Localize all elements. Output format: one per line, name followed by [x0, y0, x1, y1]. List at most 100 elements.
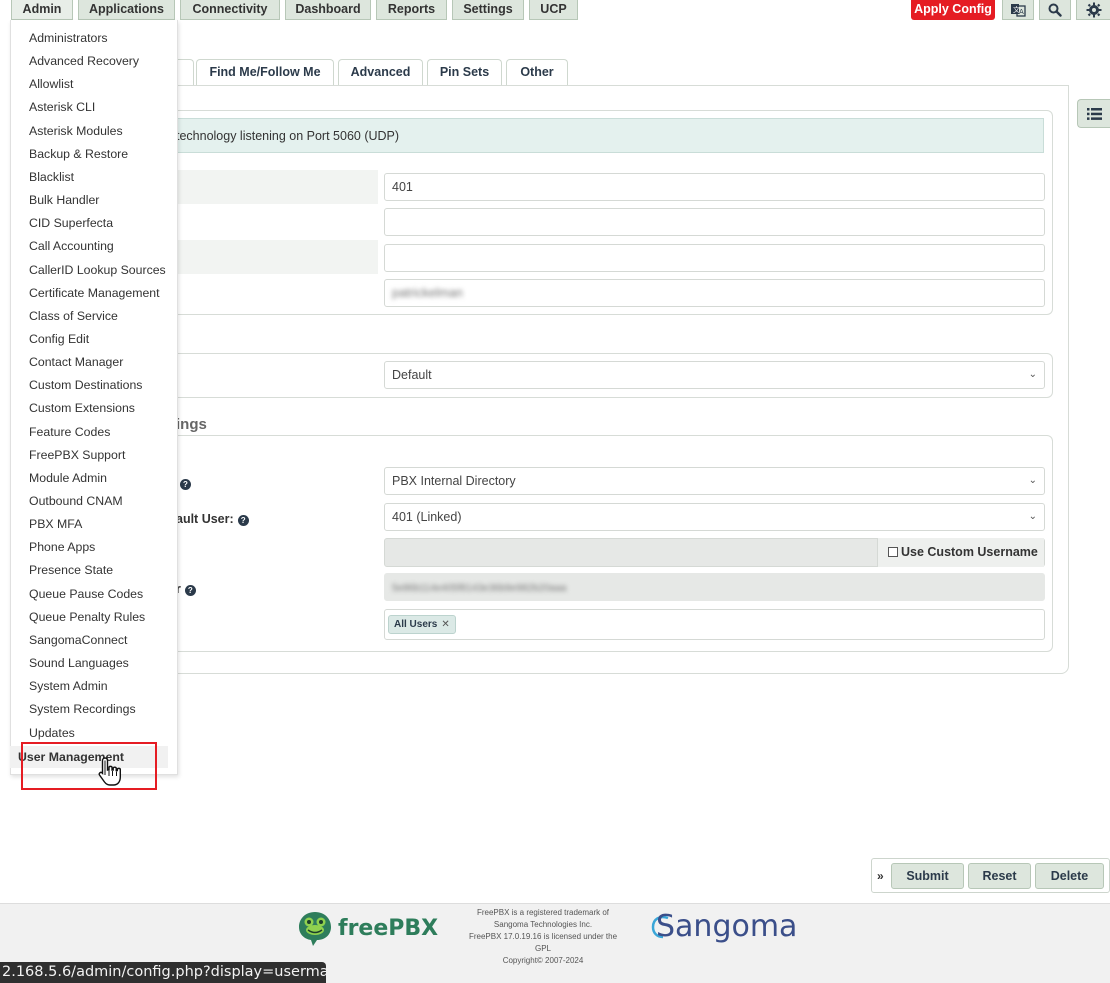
directory-select[interactable]: PBX Internal Directory ⌄	[384, 467, 1045, 495]
group-chip-label: All Users	[394, 619, 438, 630]
menu-item[interactable]: Updates	[29, 723, 75, 743]
password-input[interactable]: 5e86b114e405f8143e36b9e982b20aaa	[384, 573, 1045, 601]
nav-tab-settings[interactable]: Settings	[452, 0, 524, 20]
nav-tab-connectivity[interactable]: Connectivity	[180, 0, 280, 20]
footer-line: Copyright© 2007-2024	[502, 956, 584, 965]
nav-tab-applications[interactable]: Applications	[78, 0, 175, 20]
menu-item[interactable]: System Recordings	[29, 699, 136, 719]
link-default-user-label-text: ault User:	[176, 512, 234, 526]
tab-find-me-follow-me[interactable]: Find Me/Follow Me	[196, 59, 334, 86]
link-user-select[interactable]: 401 (Linked) ⌄	[384, 503, 1045, 531]
menu-item[interactable]: Call Accounting	[29, 236, 114, 256]
menu-item[interactable]: Class of Service	[29, 306, 118, 326]
tab-other[interactable]: Other	[506, 59, 568, 86]
nav-tab-ucp[interactable]: UCP	[529, 0, 578, 20]
menu-item[interactable]: Certificate Management	[29, 283, 160, 303]
pointer-cursor-icon	[96, 756, 126, 791]
submit-button[interactable]: Submit	[891, 863, 964, 889]
row-shade	[150, 240, 378, 274]
sangoma-logo[interactable]: Sangoma	[650, 909, 797, 944]
display-name-input[interactable]	[384, 208, 1045, 236]
question-icon[interactable]: ?	[184, 585, 196, 596]
profile-select-value: Default	[392, 368, 432, 382]
menu-item[interactable]: Queue Pause Codes	[29, 584, 143, 604]
group-chip-all-users[interactable]: All Users ✕	[388, 615, 456, 634]
svg-text:A: A	[1019, 8, 1024, 16]
chevron-down-icon: ⌄	[1028, 369, 1037, 380]
chevron-down-icon: ⌄	[1028, 511, 1037, 522]
list-icon	[1086, 107, 1102, 120]
top-nav: Admin Applications Connectivity Dashboar…	[0, 0, 1110, 20]
freepbx-frog-icon	[299, 912, 331, 946]
freepbx-logo[interactable]: freePBX	[296, 909, 438, 947]
menu-item[interactable]: FreePBX Support	[29, 445, 125, 465]
language-icon: 文 A	[1011, 3, 1026, 17]
highlight-annotation	[21, 742, 157, 790]
password-value: 5e86b114e405f8143e36b9e982b20aaa	[392, 583, 567, 594]
gear-icon	[1086, 2, 1101, 17]
menu-item[interactable]: Phone Apps	[29, 537, 95, 557]
question-icon[interactable]: ?	[180, 479, 191, 490]
chevron-down-icon: ⌄	[1028, 475, 1037, 486]
menu-item[interactable]: Allowlist	[29, 74, 73, 94]
menu-item[interactable]: Queue Penalty Rules	[29, 607, 145, 627]
menu-item[interactable]: Blacklist	[29, 167, 74, 187]
footer-line: FreePBX is a registered trademark of	[476, 908, 610, 917]
menu-item[interactable]: System Admin	[29, 676, 108, 696]
menu-item[interactable]: Administrators	[29, 28, 108, 48]
custom-username-label: Use Custom Username	[901, 545, 1038, 559]
search-button[interactable]	[1039, 0, 1071, 20]
nav-tab-dashboard[interactable]: Dashboard	[285, 0, 371, 20]
menu-item[interactable]: Outbound CNAM	[29, 491, 123, 511]
profile-select[interactable]: Default ⌄	[384, 361, 1045, 389]
menu-item[interactable]: Custom Extensions	[29, 398, 135, 418]
admin-dropdown-menu: Administrators Advanced Recovery Allowlist…	[10, 20, 178, 775]
menu-item[interactable]: PBX MFA	[29, 514, 82, 534]
menu-item[interactable]: Asterisk Modules	[29, 121, 123, 141]
menu-item[interactable]: Presence State	[29, 560, 113, 580]
cid-input[interactable]	[384, 244, 1045, 272]
menu-item[interactable]: Config Edit	[29, 329, 89, 349]
extension-input[interactable]: 401	[384, 173, 1045, 201]
nav-tab-admin[interactable]: Admin	[11, 0, 73, 20]
use-custom-username-toggle[interactable]: Use Custom Username	[877, 538, 1044, 567]
language-button[interactable]: 文 A	[1002, 0, 1034, 20]
tab-pin-sets[interactable]: Pin Sets	[427, 59, 502, 86]
nav-tab-reports[interactable]: Reports	[376, 0, 447, 20]
link-user-select-value: 401 (Linked)	[392, 510, 462, 524]
section-title-user-manager-settings: ings	[176, 416, 207, 433]
footer-legal-text: FreePBX is a registered trademark of San…	[462, 907, 624, 967]
freepbx-wordmark: freePBX	[338, 915, 439, 941]
close-icon[interactable]: ✕	[441, 619, 449, 630]
groups-input[interactable]	[384, 609, 1045, 640]
menu-item[interactable]: Advanced Recovery	[29, 51, 139, 71]
sangoma-wordmark: Sangoma	[656, 909, 798, 944]
menu-item[interactable]: CallerID Lookup Sources	[29, 260, 166, 280]
directory-select-value: PBX Internal Directory	[392, 474, 516, 488]
menu-item[interactable]: Contact Manager	[29, 352, 123, 372]
custom-username-checkbox[interactable]	[888, 547, 898, 557]
delete-button[interactable]: Delete	[1035, 863, 1104, 889]
email-input[interactable]: patrickelman	[384, 279, 1045, 307]
reset-button[interactable]: Reset	[968, 863, 1031, 889]
question-icon[interactable]: ?	[237, 515, 249, 526]
menu-item[interactable]: Backup & Restore	[29, 144, 128, 164]
footer-line: GPL	[534, 944, 551, 953]
footer-line: Sangoma Technologies Inc.	[493, 920, 593, 929]
menu-item[interactable]: Asterisk CLI	[29, 97, 95, 117]
menu-item[interactable]: Module Admin	[29, 468, 107, 488]
menu-item[interactable]: Custom Destinations	[29, 375, 142, 395]
link-status-bar: 2.168.5.6/admin/config.php?display=userm…	[0, 962, 326, 983]
email-value: patrickelman	[392, 286, 463, 300]
menu-item[interactable]: CID Superfecta	[29, 213, 113, 233]
tab-advanced[interactable]: Advanced	[338, 59, 423, 86]
settings-button[interactable]	[1076, 0, 1110, 20]
menu-item[interactable]: Bulk Handler	[29, 190, 99, 210]
menu-item[interactable]: SangomaConnect	[29, 630, 127, 650]
sip-info-bar: technology listening on Port 5060 (UDP)	[150, 118, 1044, 153]
apply-config-button[interactable]: Apply Config	[911, 0, 995, 20]
page-menu-toggle[interactable]	[1077, 99, 1110, 128]
expand-button[interactable]: »	[877, 869, 884, 883]
menu-item[interactable]: Sound Languages	[29, 653, 129, 673]
menu-item[interactable]: Feature Codes	[29, 422, 110, 442]
